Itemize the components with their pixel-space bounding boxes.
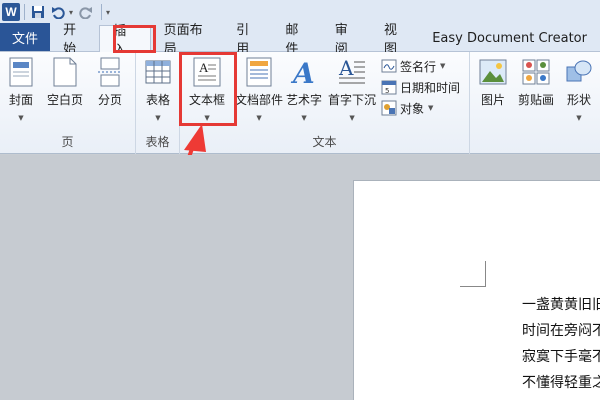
document-text-line[interactable]: 一盏黄黄旧旧 — [522, 294, 600, 314]
tab-file[interactable]: 文件 — [0, 23, 51, 51]
cover-page-button[interactable]: 封面 ▼ — [6, 56, 36, 122]
object-label: 对象 — [400, 101, 425, 116]
chevron-down-icon: ▼ — [428, 104, 434, 112]
divider — [101, 4, 103, 20]
pages-group: 封面 ▼ 空白页 分页 页 — [0, 52, 136, 154]
wordart-label: 艺术字 — [286, 93, 323, 107]
table-icon — [143, 56, 173, 88]
date-time-button[interactable]: 5 日期和时间 — [381, 77, 460, 97]
textbox-highlight — [179, 52, 237, 126]
divider — [24, 4, 25, 20]
tab-mailings[interactable]: 邮件 — [272, 23, 321, 57]
chevron-down-icon: ▼ — [440, 62, 446, 70]
picture-button[interactable]: 图片 — [478, 56, 508, 108]
document-text-line[interactable]: 不懂得轻重之 — [522, 372, 600, 392]
ribbon-tabs: 文件 开始 插入 页面布局 引用 邮件 审阅 视图 Easy Document … — [0, 23, 600, 58]
chevron-down-icon: ▼ — [18, 114, 24, 122]
ribbon-panel: 封面 ▼ 空白页 分页 页 表格 ▼ 表格 A 文本框 ▼ 文档部件 ▼ A 艺… — [0, 52, 600, 154]
tables-group-label: 表格 — [145, 135, 170, 149]
tab-page-layout[interactable]: 页面布局 — [151, 23, 224, 57]
quick-parts-icon — [244, 56, 274, 88]
illustrations-group: 图片 剪贴画 形状 ▼ — [470, 52, 600, 154]
signature-line-icon — [381, 58, 397, 74]
svg-text:A: A — [290, 57, 315, 87]
signature-line-button[interactable]: 签名行 ▼ — [381, 56, 445, 76]
svg-text:5: 5 — [385, 87, 389, 95]
shapes-button[interactable]: 形状 ▼ — [564, 56, 594, 122]
document-text-line[interactable]: 时间在旁闷不 — [522, 320, 600, 340]
clip-art-label: 剪贴画 — [518, 93, 555, 107]
tab-review[interactable]: 审阅 — [322, 23, 371, 57]
signature-line-label: 签名行 — [400, 59, 437, 74]
table-label: 表格 — [145, 93, 170, 107]
wordart-button[interactable]: A 艺术字 ▼ — [286, 56, 322, 122]
margin-corner-mark — [460, 261, 486, 287]
drop-cap-button[interactable]: A 首字下沉 ▼ — [328, 56, 376, 122]
document-page[interactable]: 一盏黄黄旧旧 时间在旁闷不 寂寞下手毫不 不懂得轻重之 — [353, 180, 600, 400]
tab-references[interactable]: 引用 — [223, 23, 272, 57]
word-app-icon[interactable]: W — [2, 3, 20, 21]
table-button[interactable]: 表格 ▼ — [143, 56, 173, 122]
picture-icon — [478, 56, 508, 88]
save-icon[interactable] — [29, 3, 47, 21]
undo-dropdown-icon[interactable]: ▾ — [69, 8, 73, 17]
drop-cap-label: 首字下沉 — [328, 93, 377, 107]
picture-label: 图片 — [480, 93, 505, 107]
page-break-button[interactable]: 分页 — [95, 56, 125, 108]
svg-text:A: A — [338, 57, 354, 80]
cover-page-label: 封面 — [8, 93, 33, 107]
tab-view[interactable]: 视图 — [371, 23, 420, 57]
blank-page-label: 空白页 — [47, 93, 84, 107]
chevron-down-icon: ▼ — [576, 114, 582, 122]
date-time-label: 日期和时间 — [400, 80, 461, 95]
wordart-icon: A — [289, 56, 319, 88]
object-icon — [381, 100, 397, 116]
quick-parts-label: 文档部件 — [235, 93, 284, 107]
customize-icon[interactable]: ▾ — [106, 8, 110, 17]
document-area[interactable]: 一盏黄黄旧旧 时间在旁闷不 寂寞下手毫不 不懂得轻重之 — [0, 155, 600, 400]
chevron-down-icon: ▼ — [155, 114, 161, 122]
chevron-down-icon: ▼ — [256, 114, 262, 122]
tab-easy-document-creator[interactable]: Easy Document Creator — [420, 25, 600, 51]
blank-page-icon — [50, 56, 80, 88]
chevron-down-icon: ▼ — [301, 114, 307, 122]
blank-page-button[interactable]: 空白页 — [47, 56, 83, 108]
chevron-down-icon: ▼ — [349, 114, 355, 122]
page-break-icon — [95, 56, 125, 88]
quick-parts-button[interactable]: 文档部件 ▼ — [235, 56, 283, 122]
page-break-label: 分页 — [97, 93, 122, 107]
cover-page-icon — [6, 56, 36, 88]
insert-tab-highlight — [113, 25, 156, 53]
tables-group: 表格 ▼ 表格 — [136, 52, 180, 154]
clip-art-icon — [521, 56, 551, 88]
calendar-icon: 5 — [381, 79, 397, 95]
drop-cap-icon: A — [337, 56, 367, 88]
text-group-label: 文本 — [312, 135, 337, 149]
pages-group-label: 页 — [61, 135, 74, 149]
shapes-label: 形状 — [566, 93, 591, 107]
shapes-icon — [564, 56, 594, 88]
clip-art-button[interactable]: 剪贴画 — [518, 56, 554, 108]
object-button[interactable]: 对象 ▼ — [381, 98, 433, 118]
document-text-line[interactable]: 寂寞下手毫不 — [522, 346, 600, 366]
tab-home[interactable]: 开始 — [50, 23, 99, 57]
